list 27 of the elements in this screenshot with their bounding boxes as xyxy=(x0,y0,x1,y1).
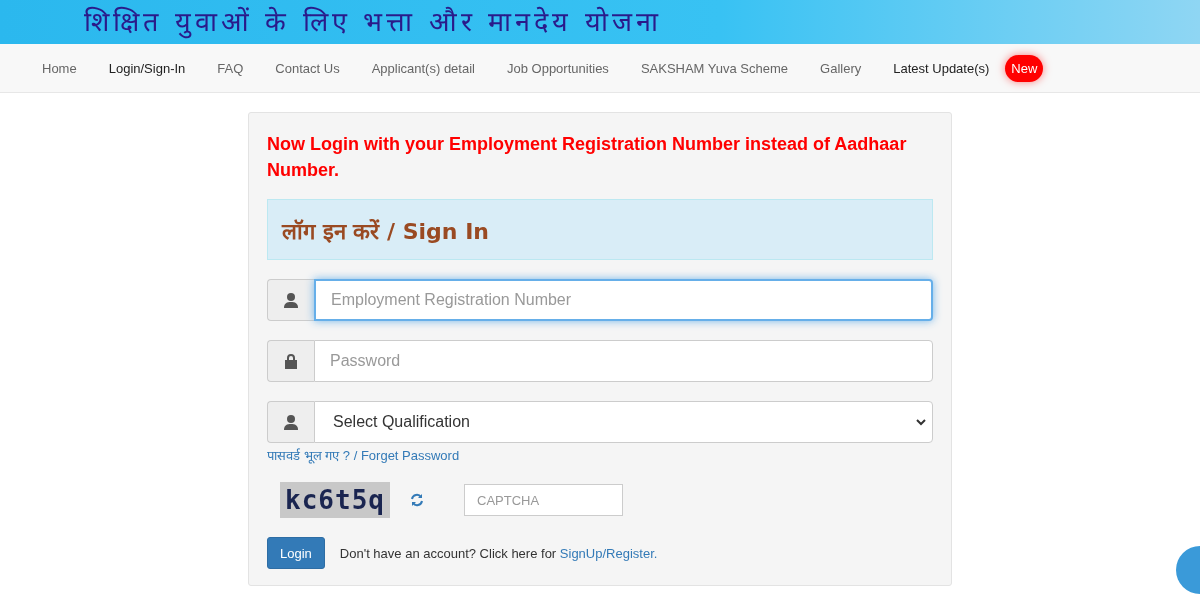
chevron-icon xyxy=(916,418,926,426)
nav-link[interactable]: FAQ xyxy=(201,60,260,76)
nav-link[interactable]: Applicant(s) detail xyxy=(355,60,491,76)
login-button[interactable]: Login xyxy=(267,537,325,569)
banner-title: शिक्षित युवाओं के लिए भत्ता और मानदेय योजना xyxy=(84,5,663,39)
captcha-image: kc6t5q xyxy=(280,482,390,518)
nav-link[interactable]: SAKSHAM Yuva Scheme xyxy=(624,60,805,76)
nav-link[interactable]: Home xyxy=(26,60,93,76)
signup-text: Don't have an account? Click here for SignUp/Register. xyxy=(339,545,658,561)
nav-link[interactable]: Login/Sign-In xyxy=(92,60,202,76)
forgot-password-link[interactable]: पासवर्ड भूल गए ? / Forget Password xyxy=(267,446,460,464)
input-field[interactable]: Password xyxy=(314,340,933,382)
qualification-select[interactable]: Select Qualification xyxy=(314,401,933,443)
input-field[interactable]: Employment Registration Number xyxy=(314,279,933,321)
nav-link[interactable]: Gallery xyxy=(804,60,878,76)
signup-link[interactable]: SignUp/Register. xyxy=(559,545,658,561)
notice-text: Now Login with your Employment Registration Number instead of Aadhaar Number. xyxy=(267,133,908,182)
captcha-field[interactable]: CAPTCHA xyxy=(464,484,623,516)
user-icon xyxy=(284,292,298,308)
lock-icon xyxy=(284,353,298,369)
nav-link[interactable]: Job Opportunities xyxy=(490,60,625,76)
nav-link[interactable]: Contact Us xyxy=(259,60,356,76)
nav-link[interactable]: Latest Update(s) xyxy=(877,60,1006,76)
panel-title: लॉग इन करें / Sign In xyxy=(267,199,933,260)
refresh-icon[interactable] xyxy=(410,493,424,507)
user-icon xyxy=(284,414,298,430)
new-badge: New xyxy=(1005,54,1044,82)
